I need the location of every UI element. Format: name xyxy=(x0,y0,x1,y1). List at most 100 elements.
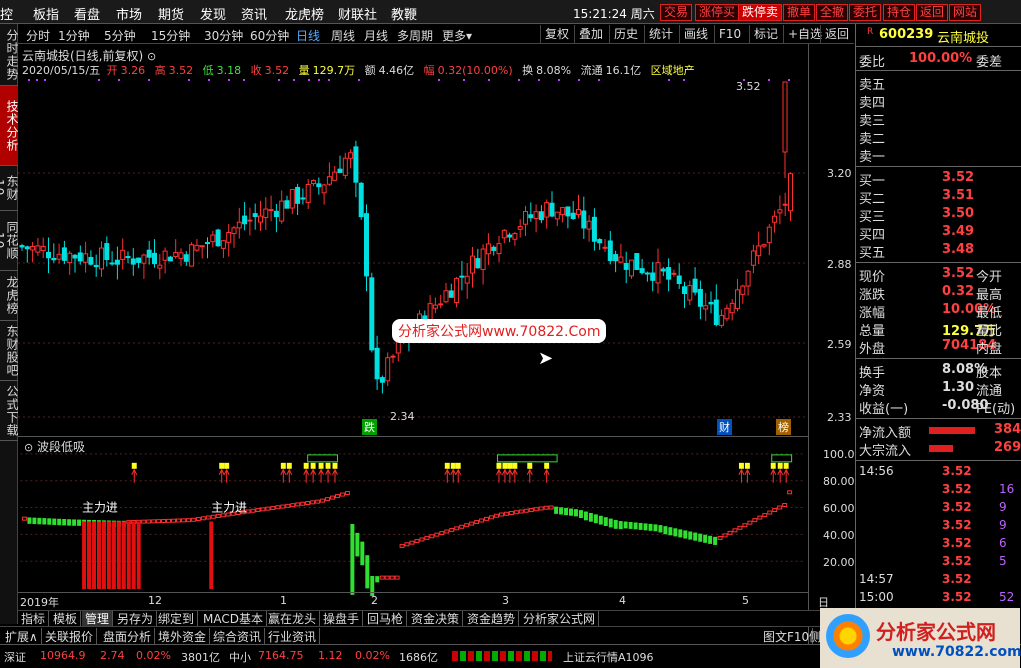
tab-fxj[interactable]: 分析家公式网 xyxy=(520,611,600,627)
period-more[interactable]: 更多▾ xyxy=(442,27,472,44)
period-5min[interactable]: 5分钟 xyxy=(104,27,136,44)
bid-level[interactable]: 买一 3.52 xyxy=(859,170,1021,189)
candle xyxy=(311,179,316,187)
candle xyxy=(194,239,200,252)
entrust-button[interactable]: 委托 xyxy=(849,4,882,21)
indicator-bar xyxy=(489,515,494,520)
period-30min[interactable]: 30分钟 xyxy=(204,27,243,44)
period-timeshare[interactable]: 分时 xyxy=(26,27,50,44)
tab-related-quotes[interactable]: 关联报价 xyxy=(42,628,98,645)
sidebar-tab-ths[interactable]: 同花顺10 xyxy=(0,211,19,271)
tab-macd[interactable]: MACD基本 xyxy=(200,611,267,627)
signal-dot xyxy=(243,79,245,81)
signal-dot xyxy=(668,79,670,81)
candlestick-chart[interactable]: 3.52 2.34 xyxy=(18,78,808,433)
indicator-bar xyxy=(190,517,196,522)
tab-market-analysis[interactable]: 盘面分析 xyxy=(100,628,156,645)
drop-marker[interactable]: 跌 xyxy=(362,419,377,435)
tab-manage[interactable]: 管理 xyxy=(82,611,114,627)
candle xyxy=(491,245,497,256)
candle xyxy=(205,237,210,259)
website-button[interactable]: 网站 xyxy=(949,4,982,21)
indicator-bar xyxy=(27,517,32,524)
toolbar-stats[interactable]: 统计 xyxy=(644,25,673,43)
menu-item[interactable]: 龙虎榜 xyxy=(285,4,324,23)
indicator-title[interactable]: ⊙ 波段低吸 xyxy=(24,438,85,455)
tab-fund-decision[interactable]: 资金决策 xyxy=(408,611,464,627)
menu-item[interactable]: 市场 xyxy=(116,4,142,23)
tab-indicator[interactable]: 指标 xyxy=(18,611,50,627)
lhb-marker[interactable]: 榜 xyxy=(776,419,791,435)
indicator-bar xyxy=(752,518,758,523)
bid-level[interactable]: 买二 3.51 xyxy=(859,188,1021,207)
cancel-order-button[interactable]: 撤单 xyxy=(783,4,816,21)
flower-icon xyxy=(826,614,870,658)
bid-level[interactable]: 买三 3.50 xyxy=(859,206,1021,225)
toolbar-f10[interactable]: F10 xyxy=(714,25,741,43)
bid-level[interactable]: 买五 3.48 xyxy=(859,242,1021,261)
trade-button[interactable]: 交易 xyxy=(660,4,693,21)
candle xyxy=(496,235,502,263)
toolbar-add-watchlist[interactable]: +自选 xyxy=(783,25,822,43)
indicator-chart[interactable]: 主力进 主力进 xyxy=(18,436,808,596)
toolbar-back[interactable]: 返回 xyxy=(820,25,849,43)
finance-marker[interactable]: 财 xyxy=(717,419,732,435)
candle xyxy=(167,255,173,262)
tab-industry-news[interactable]: 行业资讯 xyxy=(265,628,321,645)
toolbar-overlay[interactable]: 叠加 xyxy=(574,25,603,43)
tab-template[interactable]: 模板 xyxy=(50,611,82,627)
position-button[interactable]: 持仓 xyxy=(883,4,916,21)
period-60min[interactable]: 60分钟 xyxy=(250,27,289,44)
candle xyxy=(46,237,51,274)
tab-expand[interactable]: 扩展∧ xyxy=(2,628,42,645)
bid-level[interactable]: 买四 3.49 xyxy=(859,224,1021,243)
indicator-bar xyxy=(409,540,415,545)
period-15min[interactable]: 15分钟 xyxy=(151,27,190,44)
indicator-bar xyxy=(767,510,773,515)
cancel-all-button[interactable]: 全撤 xyxy=(816,4,849,21)
tab-foreign-funds[interactable]: 境外资金 xyxy=(155,628,211,645)
sidebar-tab-dongcai[interactable]: 东财10 xyxy=(0,166,19,211)
sidebar-tab-timeshare[interactable]: 分时走势 xyxy=(0,24,19,86)
menu-item[interactable]: 财联社 xyxy=(338,4,377,23)
main-force-bar xyxy=(101,521,106,590)
indicator-bar xyxy=(166,518,172,523)
tab-bind[interactable]: 绑定到 xyxy=(155,611,199,627)
tab-huimaqiang[interactable]: 回马枪 xyxy=(364,611,408,627)
indicator-bar xyxy=(161,519,167,523)
x-axis: 2019年 12 1 2 3 4 5 日线 xyxy=(18,592,829,625)
menu-item[interactable]: 看盘 xyxy=(74,4,100,23)
menu-item[interactable]: 资讯 xyxy=(241,4,267,23)
menu-item[interactable]: 发现 xyxy=(200,4,226,23)
tab-save-as[interactable]: 另存为 xyxy=(114,611,158,627)
tab-trader[interactable]: 操盘手 xyxy=(320,611,364,627)
tab-fund-trend[interactable]: 资金趋势 xyxy=(464,611,520,627)
limit-up-buy-button[interactable]: 涨停买 xyxy=(695,4,740,21)
candle xyxy=(316,177,322,195)
sidebar-tab-lhb[interactable]: 龙虎榜 xyxy=(0,271,19,321)
menu-item[interactable]: 控 xyxy=(0,4,13,23)
period-daily[interactable]: 日线 xyxy=(296,27,320,44)
limit-down-sell-button[interactable]: 跌停卖 xyxy=(738,4,783,21)
indicator-bar xyxy=(454,526,460,531)
tab-news[interactable]: 综合资讯 xyxy=(210,628,266,645)
sidebar-tab-technical[interactable]: 技术分析 xyxy=(0,86,19,166)
menu-item[interactable]: 教鞭 xyxy=(391,4,417,23)
period-multi[interactable]: 多周期 xyxy=(397,27,433,44)
toolbar-history[interactable]: 历史 xyxy=(609,25,638,43)
toolbar-mark[interactable]: 标记 xyxy=(749,25,778,43)
back-button[interactable]: 返回 xyxy=(916,4,949,21)
low-price-label: 2.34 xyxy=(390,410,415,423)
period-monthly[interactable]: 月线 xyxy=(364,27,388,44)
indicator-bar xyxy=(300,501,306,506)
period-weekly[interactable]: 周线 xyxy=(331,27,355,44)
sidebar-tab-guba[interactable]: 东财股吧 xyxy=(0,321,19,381)
toolbar-fuquan[interactable]: 复权 xyxy=(540,25,569,43)
toolbar-draw[interactable]: 画线 xyxy=(679,25,708,43)
menu-item[interactable]: 板指 xyxy=(33,4,59,23)
tab-dragon[interactable]: 赢在龙头 xyxy=(265,611,321,627)
menu-item[interactable]: 期货 xyxy=(158,4,184,23)
period-1min[interactable]: 1分钟 xyxy=(58,27,90,44)
sidebar-tab-formula[interactable]: 公式下载 xyxy=(0,381,19,441)
indicator-bar xyxy=(493,513,499,518)
